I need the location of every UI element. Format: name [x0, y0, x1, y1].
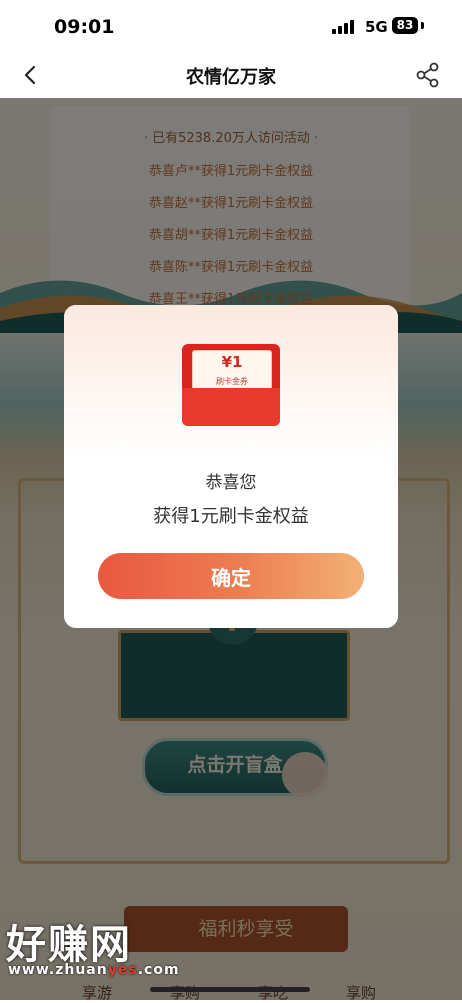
status-bar: 09:01 5G 83 [0, 0, 462, 56]
page-title: 农情亿万家 [186, 67, 276, 88]
red-envelope-icon: ¥1 刷卡金券 [170, 338, 292, 430]
confirm-button[interactable]: 确定 [98, 553, 364, 599]
network-type: 5G [365, 18, 388, 36]
signal-icon [332, 20, 354, 34]
share-icon[interactable] [414, 61, 442, 89]
nav-bar: 农情亿万家 [0, 56, 462, 98]
envelope-label: 刷卡金券 [216, 377, 248, 386]
battery-cap [421, 22, 424, 29]
home-indicator [150, 987, 310, 992]
dialog-message: 获得1元刷卡金权益 [153, 506, 309, 527]
envelope-amount: ¥1 [221, 353, 243, 371]
status-time: 09:01 [54, 16, 115, 38]
dialog-heading: 恭喜您 [205, 473, 257, 493]
watermark-url: www.zhuanyes.com [8, 962, 180, 978]
battery-icon: 83 [392, 17, 418, 34]
reward-dialog: ¥1 刷卡金券 恭喜您 获得1元刷卡金权益 确定 [64, 305, 398, 628]
